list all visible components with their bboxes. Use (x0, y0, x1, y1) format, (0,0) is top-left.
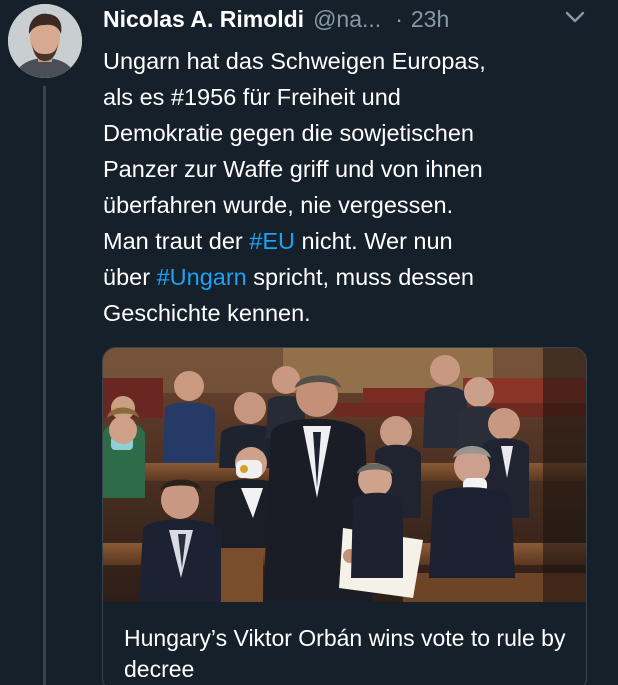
tweet-text-line: Geschichte kennen. (103, 295, 598, 331)
text-segment: spricht, muss dessen (246, 264, 474, 290)
author-handle[interactable]: @na... (313, 6, 381, 33)
text-segment: nicht. Wer nun (295, 228, 453, 254)
hashtag-link[interactable]: #Ungarn (157, 264, 247, 290)
text-segment: überfahren wurde, nie vergessen. (103, 192, 454, 218)
text-segment: Man traut der (103, 228, 250, 254)
card-title[interactable]: Hungary’s Viktor Orbán wins vote to rule… (124, 623, 574, 685)
text-segment: Geschichte kennen. (103, 300, 311, 326)
text-segment: Demokratie gegen die sowjetischen (103, 120, 474, 146)
hashtag-link[interactable]: #EU (249, 228, 295, 254)
tweet-text-line: Panzer zur Waffe griff und von ihnen (103, 151, 598, 187)
tweet-text-line: als es #1956 für Freiheit und (103, 79, 598, 115)
avatar[interactable] (8, 4, 82, 78)
text-segment: Panzer zur Waffe griff und von ihnen (103, 156, 483, 182)
tweet-text-line: Demokratie gegen die sowjetischen (103, 115, 598, 151)
card-image[interactable] (103, 348, 586, 602)
avatar-photo (8, 4, 82, 78)
tweet-text-line: überfahren wurde, nie vergessen. (103, 187, 598, 223)
author-name[interactable]: Nicolas A. Rimoldi (103, 6, 304, 33)
chevron-down-icon[interactable] (563, 8, 587, 26)
tweet-text-line: über #Ungarn spricht, muss dessen (103, 259, 598, 295)
tweet-text: Ungarn hat das Schweigen Europas, als es… (103, 43, 598, 331)
tweet-header: Nicolas A. Rimoldi @na... · 23h (103, 4, 449, 34)
tweet-text-line: Man traut der #EU nicht. Wer nun (103, 223, 598, 259)
text-segment: über (103, 264, 157, 290)
text-segment: Ungarn hat das Schweigen Europas, (103, 48, 486, 74)
thread-line (43, 86, 46, 685)
tweet[interactable]: Nicolas A. Rimoldi @na... · 23h Ungarn h… (0, 0, 618, 685)
separator-dot: · (395, 5, 403, 32)
tweet-text-line: Ungarn hat das Schweigen Europas, (103, 43, 598, 79)
text-segment: als es #1956 für Freiheit und (103, 84, 401, 110)
link-card[interactable]: Hungary’s Viktor Orbán wins vote to rule… (102, 347, 587, 685)
timestamp[interactable]: 23h (411, 6, 449, 33)
parliament-photo (103, 348, 586, 602)
